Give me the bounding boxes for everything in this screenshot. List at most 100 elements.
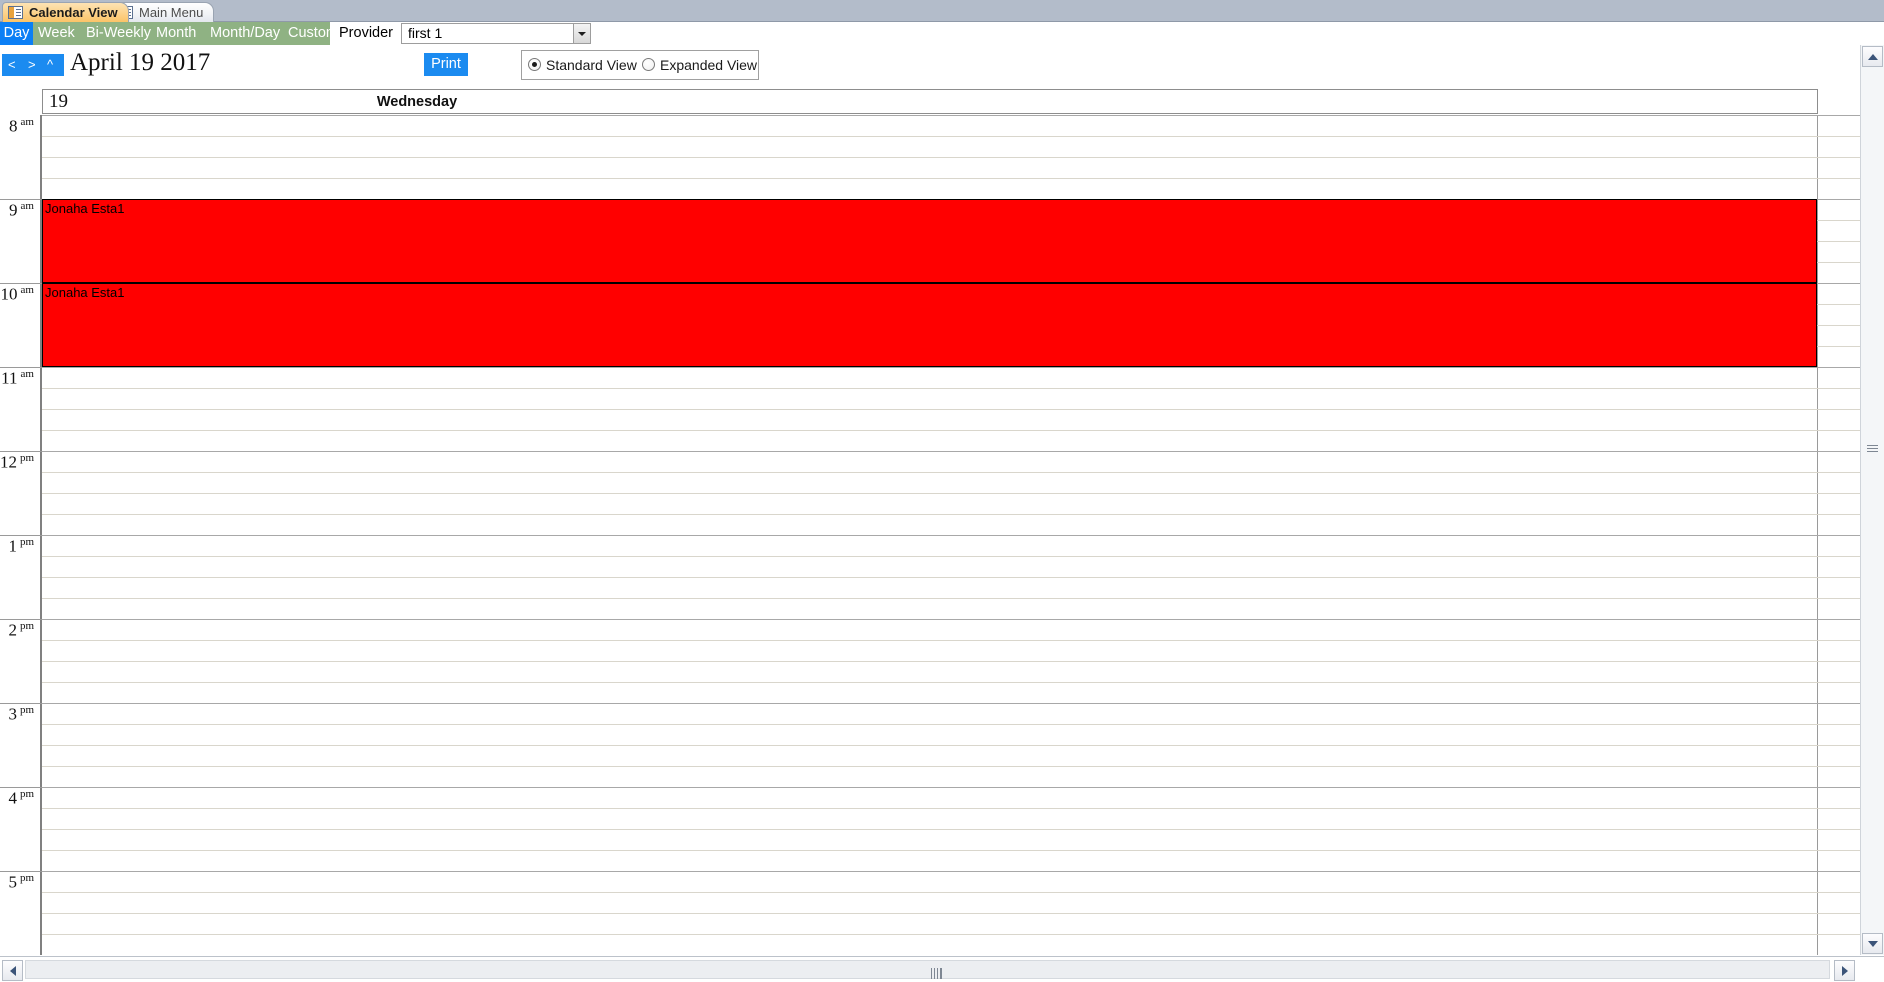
- appointment-block[interactable]: Jonaha Esta1: [42, 199, 1817, 283]
- quarter-hour-gridline: [42, 913, 1860, 914]
- vertical-scrollbar[interactable]: [1860, 45, 1884, 955]
- quarter-hour-gridline: [42, 892, 1860, 893]
- hour-label-meridiem: am: [20, 200, 34, 212]
- hour-label-hour: 2: [8, 620, 17, 640]
- quarter-hour-gridline: [42, 178, 1860, 179]
- scroll-right-button[interactable]: [1834, 960, 1855, 981]
- today-up-button[interactable]: ^: [47, 54, 53, 76]
- nav-item-week[interactable]: Week: [33, 22, 80, 45]
- page-title: April 19 2017: [70, 49, 211, 76]
- hour-label: 2 pm: [8, 620, 34, 640]
- quarter-hour-gridline: [42, 472, 1860, 473]
- nav-item-month-day[interactable]: Month/Day: [205, 22, 285, 45]
- quarter-hour-gridline: [42, 577, 1860, 578]
- horizontal-scrollbar[interactable]: [0, 956, 1884, 982]
- hour-label: 8 am: [9, 116, 34, 136]
- next-day-button[interactable]: >: [28, 54, 36, 76]
- radio-expanded-view-label: Expanded View: [660, 57, 758, 73]
- hour-label: 9 am: [9, 200, 34, 220]
- quarter-hour-gridline: [42, 934, 1860, 935]
- hour-label-hour: 9: [9, 200, 18, 220]
- hour-label-meridiem: am: [20, 116, 34, 128]
- provider-label: Provider: [333, 22, 399, 45]
- quarter-hour-gridline: [42, 682, 1860, 683]
- nav-item-bi-weekly[interactable]: Bi-Weekly: [81, 22, 156, 45]
- view-mode-group: Standard View Expanded View: [521, 50, 759, 80]
- appointment-block[interactable]: Jonaha Esta1: [42, 283, 1817, 367]
- hour-label: 11 am: [1, 368, 34, 388]
- hour-label-meridiem: am: [20, 368, 34, 380]
- hour-gridline: [42, 367, 1860, 368]
- hour-gridline: [42, 451, 1860, 452]
- nav-item-day[interactable]: Day: [0, 22, 33, 45]
- hour-label-hour: 8: [9, 116, 18, 136]
- hour-label: 5 pm: [8, 872, 34, 892]
- scroll-down-button[interactable]: [1862, 933, 1883, 954]
- radio-standard-view[interactable]: [528, 58, 541, 71]
- appointment-title: Jonaha Esta1: [45, 285, 125, 300]
- quarter-hour-gridline: [42, 514, 1860, 515]
- scroll-left-button[interactable]: [2, 960, 23, 981]
- hour-label: 10 am: [1, 284, 34, 304]
- day-name: Wednesday: [376, 94, 458, 110]
- quarter-hour-gridline: [42, 850, 1860, 851]
- quarter-hour-gridline: [42, 157, 1860, 158]
- horizontal-scroll-track[interactable]: [25, 960, 1830, 979]
- hour-label: 1 pm: [8, 536, 34, 556]
- hour-label-meridiem: pm: [19, 704, 34, 716]
- hour-gridline: [42, 535, 1860, 536]
- hour-label-meridiem: pm: [19, 536, 34, 548]
- appointment-title: Jonaha Esta1: [45, 201, 125, 216]
- provider-selected-value: first 1: [408, 25, 443, 41]
- quarter-hour-gridline: [42, 556, 1860, 557]
- quarter-hour-gridline: [42, 430, 1860, 431]
- calendar-surface: 19 Wednesday 8 am 9 am 10 am 11 am 12 pm 1 pm 2 pm 3 pm…: [0, 89, 1860, 955]
- hour-gridline: [42, 787, 1860, 788]
- hour-label: 3 pm: [8, 704, 34, 724]
- hour-label-meridiem: pm: [19, 872, 34, 884]
- form-icon: [8, 6, 23, 19]
- radio-expanded-view[interactable]: [642, 58, 655, 71]
- document-tab-label: Calendar View: [29, 5, 118, 20]
- quarter-hour-gridline: [42, 388, 1860, 389]
- radio-standard-view-label: Standard View: [546, 57, 637, 73]
- document-tab-bar: Calendar View Main Menu: [0, 0, 1884, 22]
- quarter-hour-gridline: [42, 136, 1860, 137]
- hour-label-hour: 12: [0, 452, 17, 472]
- quarter-hour-gridline: [42, 598, 1860, 599]
- date-nav-buttons: < > ^: [2, 54, 64, 76]
- document-tab-calendar-view[interactable]: Calendar View: [2, 2, 129, 22]
- quarter-hour-gridline: [42, 409, 1860, 410]
- quarter-hour-gridline: [42, 640, 1860, 641]
- quarter-hour-gridline: [42, 493, 1860, 494]
- vertical-scroll-thumb[interactable]: [1867, 445, 1878, 454]
- print-button[interactable]: Print: [424, 53, 468, 76]
- hour-label-hour: 5: [8, 872, 17, 892]
- hour-label-meridiem: am: [20, 284, 34, 296]
- hour-label: 4 pm: [8, 788, 34, 808]
- hour-label-hour: 11: [1, 368, 18, 388]
- document-tab-label: Main Menu: [139, 5, 204, 20]
- time-grid[interactable]: Jonaha Esta1 Jonaha Esta1: [42, 115, 1860, 955]
- chevron-down-icon[interactable]: [573, 24, 590, 43]
- hour-label-hour: 3: [8, 704, 17, 724]
- hour-label: 12 pm: [0, 452, 34, 472]
- quarter-hour-gridline: [42, 808, 1860, 809]
- provider-select[interactable]: first 1: [401, 23, 591, 44]
- horizontal-scroll-thumb[interactable]: [931, 968, 942, 979]
- calendar-header: < > ^ April 19 2017 Print: [0, 45, 1884, 89]
- quarter-hour-gridline: [42, 745, 1860, 746]
- hour-label-hour: 10: [0, 284, 18, 304]
- nav-item-month[interactable]: Month: [151, 22, 201, 45]
- quarter-hour-gridline: [42, 829, 1860, 830]
- hour-label-hour: 4: [8, 788, 17, 808]
- hour-label-meridiem: pm: [19, 788, 34, 800]
- scroll-up-button[interactable]: [1862, 46, 1883, 67]
- quarter-hour-gridline: [42, 661, 1860, 662]
- hour-label-meridiem: pm: [19, 452, 34, 464]
- prev-day-button[interactable]: <: [8, 54, 16, 76]
- hour-label-hour: 1: [8, 536, 17, 556]
- quarter-hour-gridline: [42, 766, 1860, 767]
- view-nav-strip: Day Week Bi-Weekly Month Month/Day Custo…: [0, 22, 1884, 67]
- day-header-bar: 19 Wednesday: [42, 89, 1818, 114]
